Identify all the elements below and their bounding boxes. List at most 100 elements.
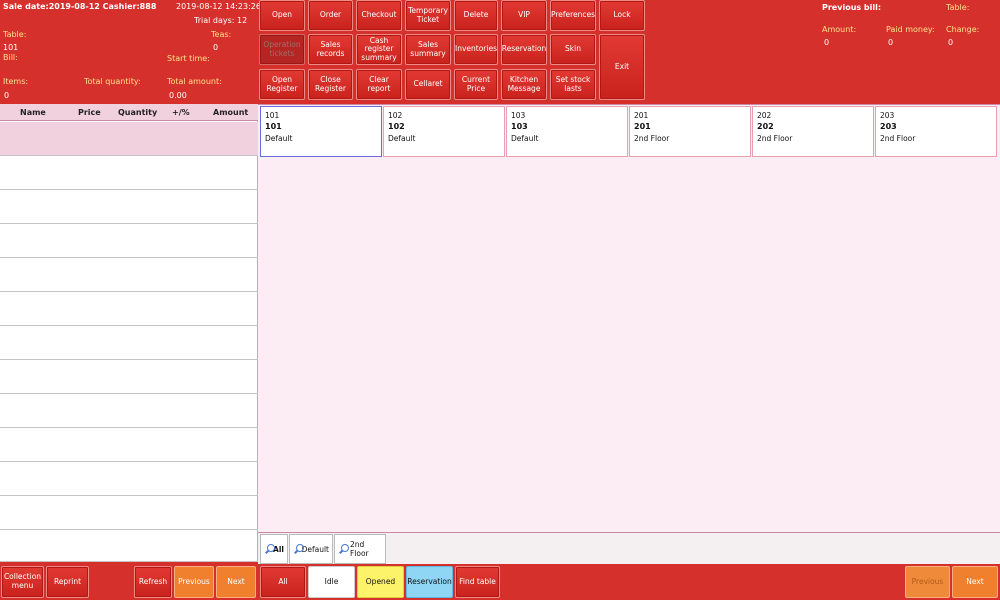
- order-row[interactable]: [0, 292, 258, 326]
- table-card-201[interactable]: 201 201 2nd Floor: [629, 106, 751, 157]
- area-tab-default[interactable]: Default: [289, 534, 333, 564]
- order-row[interactable]: [0, 462, 258, 496]
- table-card-202[interactable]: 202 202 2nd Floor: [752, 106, 874, 157]
- previous-paid-label: Paid money:: [886, 25, 935, 34]
- area-tab-2nd-floor[interactable]: 2nd Floor: [334, 534, 386, 564]
- previous-button[interactable]: Previous: [174, 566, 214, 598]
- column-quantity: Quantity: [118, 107, 158, 117]
- temporary-ticket-button[interactable]: Temporary Ticket: [405, 0, 451, 31]
- column-price: Price: [78, 107, 101, 117]
- page-previous-button[interactable]: Previous: [905, 566, 950, 598]
- bill-label: Bill:: [3, 53, 18, 62]
- order-row[interactable]: [0, 156, 258, 190]
- table-name: 201: [634, 122, 651, 132]
- order-row[interactable]: [0, 496, 258, 530]
- teas-value: 0: [213, 43, 219, 52]
- previous-paid-value: 0: [888, 38, 894, 47]
- open-button[interactable]: Open: [259, 0, 305, 31]
- delete-button[interactable]: Delete: [454, 0, 498, 31]
- status-filter-all[interactable]: All: [260, 566, 306, 598]
- table-code: 101: [265, 111, 280, 120]
- total-amount-label: Total amount:: [167, 77, 222, 86]
- order-row[interactable]: [0, 190, 258, 224]
- skin-button[interactable]: Skin: [550, 34, 596, 65]
- refresh-button[interactable]: Refresh: [134, 566, 172, 598]
- next-button[interactable]: Next: [216, 566, 256, 598]
- order-row[interactable]: [0, 122, 258, 156]
- total-quantity-label: Total quantity:: [84, 77, 141, 86]
- trial-days: Trial days: 12: [194, 16, 248, 25]
- clear-report-button[interactable]: Clear report: [356, 69, 402, 100]
- teas-label: Teas:: [211, 30, 232, 39]
- order-row[interactable]: [0, 428, 258, 462]
- inventories-button[interactable]: Inventories: [454, 34, 498, 65]
- search-icon: [338, 543, 349, 555]
- area-filter-bar: All Default 2nd Floor: [258, 532, 1000, 564]
- table-name: 103: [511, 122, 528, 132]
- order-row[interactable]: [0, 326, 258, 360]
- set-stock-lasts-button[interactable]: Set stock lasts: [550, 69, 596, 100]
- column-amount: Amount: [213, 107, 249, 117]
- reservation-button[interactable]: Reservation: [501, 34, 547, 65]
- previous-amount-label: Amount:: [822, 25, 857, 34]
- order-row[interactable]: [0, 530, 258, 562]
- column-name: Name: [20, 107, 46, 117]
- table-area: Default: [265, 134, 293, 144]
- table-code: 201: [634, 111, 649, 120]
- previous-change-label: Change:: [946, 25, 980, 34]
- page-next-button[interactable]: Next: [952, 566, 998, 598]
- previous-table-label: Table:: [946, 3, 970, 12]
- open-register-button[interactable]: Open Register: [259, 69, 305, 100]
- area-tab-all[interactable]: All: [260, 534, 288, 564]
- current-price-button[interactable]: Current Price: [454, 69, 498, 100]
- exit-button[interactable]: Exit: [599, 34, 645, 100]
- items-label: Items:: [3, 77, 29, 86]
- find-table-button[interactable]: Find table: [455, 566, 500, 598]
- previous-amount-value: 0: [824, 38, 830, 47]
- status-filter-opened[interactable]: Opened: [357, 566, 404, 598]
- lock-button[interactable]: Lock: [599, 0, 645, 31]
- current-datetime: 2019-08-12 14:23:26: [176, 2, 261, 11]
- vip-button[interactable]: VIP: [501, 0, 547, 31]
- sales-records-button[interactable]: Sales records: [308, 34, 353, 65]
- table-area: 2nd Floor: [880, 134, 916, 144]
- order-table-header: Name Price Quantity +/% Amount: [0, 104, 258, 121]
- table-code: 203: [880, 111, 895, 120]
- table-name: 203: [880, 122, 897, 132]
- table-card-203[interactable]: 203 203 2nd Floor: [875, 106, 997, 157]
- collection-menu-button[interactable]: Collection menu: [1, 566, 44, 598]
- table-value: 101: [3, 43, 19, 52]
- kitchen-message-button[interactable]: Kitchen Message: [501, 69, 547, 100]
- table-card-103[interactable]: 103 103 Default: [506, 106, 628, 157]
- checkout-button[interactable]: Checkout: [356, 0, 402, 31]
- table-code: 102: [388, 111, 403, 120]
- status-filter-reservation[interactable]: Reservation: [406, 566, 453, 598]
- table-card-102[interactable]: 102 102 Default: [383, 106, 505, 157]
- total-amount-value: 0.00: [169, 91, 187, 100]
- order-button[interactable]: Order: [308, 0, 353, 31]
- close-register-button[interactable]: Close Register: [308, 69, 353, 100]
- reprint-button[interactable]: Reprint: [46, 566, 89, 598]
- cash-register-summary-button[interactable]: Cash register summary: [356, 34, 402, 65]
- table-area: 2nd Floor: [634, 134, 670, 144]
- table-area: 2nd Floor: [757, 134, 793, 144]
- items-value: 0: [4, 91, 10, 100]
- operation-tickets-button[interactable]: Operation tickets: [259, 34, 305, 65]
- previous-change-value: 0: [948, 38, 954, 47]
- status-filter-idle[interactable]: Idle: [308, 566, 355, 598]
- table-code: 103: [511, 111, 526, 120]
- order-row[interactable]: [0, 258, 258, 292]
- table-name: 101: [265, 122, 282, 132]
- sales-summary-button[interactable]: Sales summary: [405, 34, 451, 65]
- table-card-101[interactable]: 101 101 Default: [260, 106, 382, 157]
- cellaret-button[interactable]: Cellaret: [405, 69, 451, 100]
- table-code: 202: [757, 111, 772, 120]
- order-row[interactable]: [0, 360, 258, 394]
- column-discount: +/%: [172, 107, 190, 117]
- preferences-button[interactable]: Preferences: [550, 0, 596, 31]
- order-row[interactable]: [0, 394, 258, 428]
- table-name: 202: [757, 122, 774, 132]
- order-row[interactable]: [0, 224, 258, 258]
- table-area: Default: [388, 134, 416, 144]
- area-tab-label: 2nd Floor: [349, 540, 369, 558]
